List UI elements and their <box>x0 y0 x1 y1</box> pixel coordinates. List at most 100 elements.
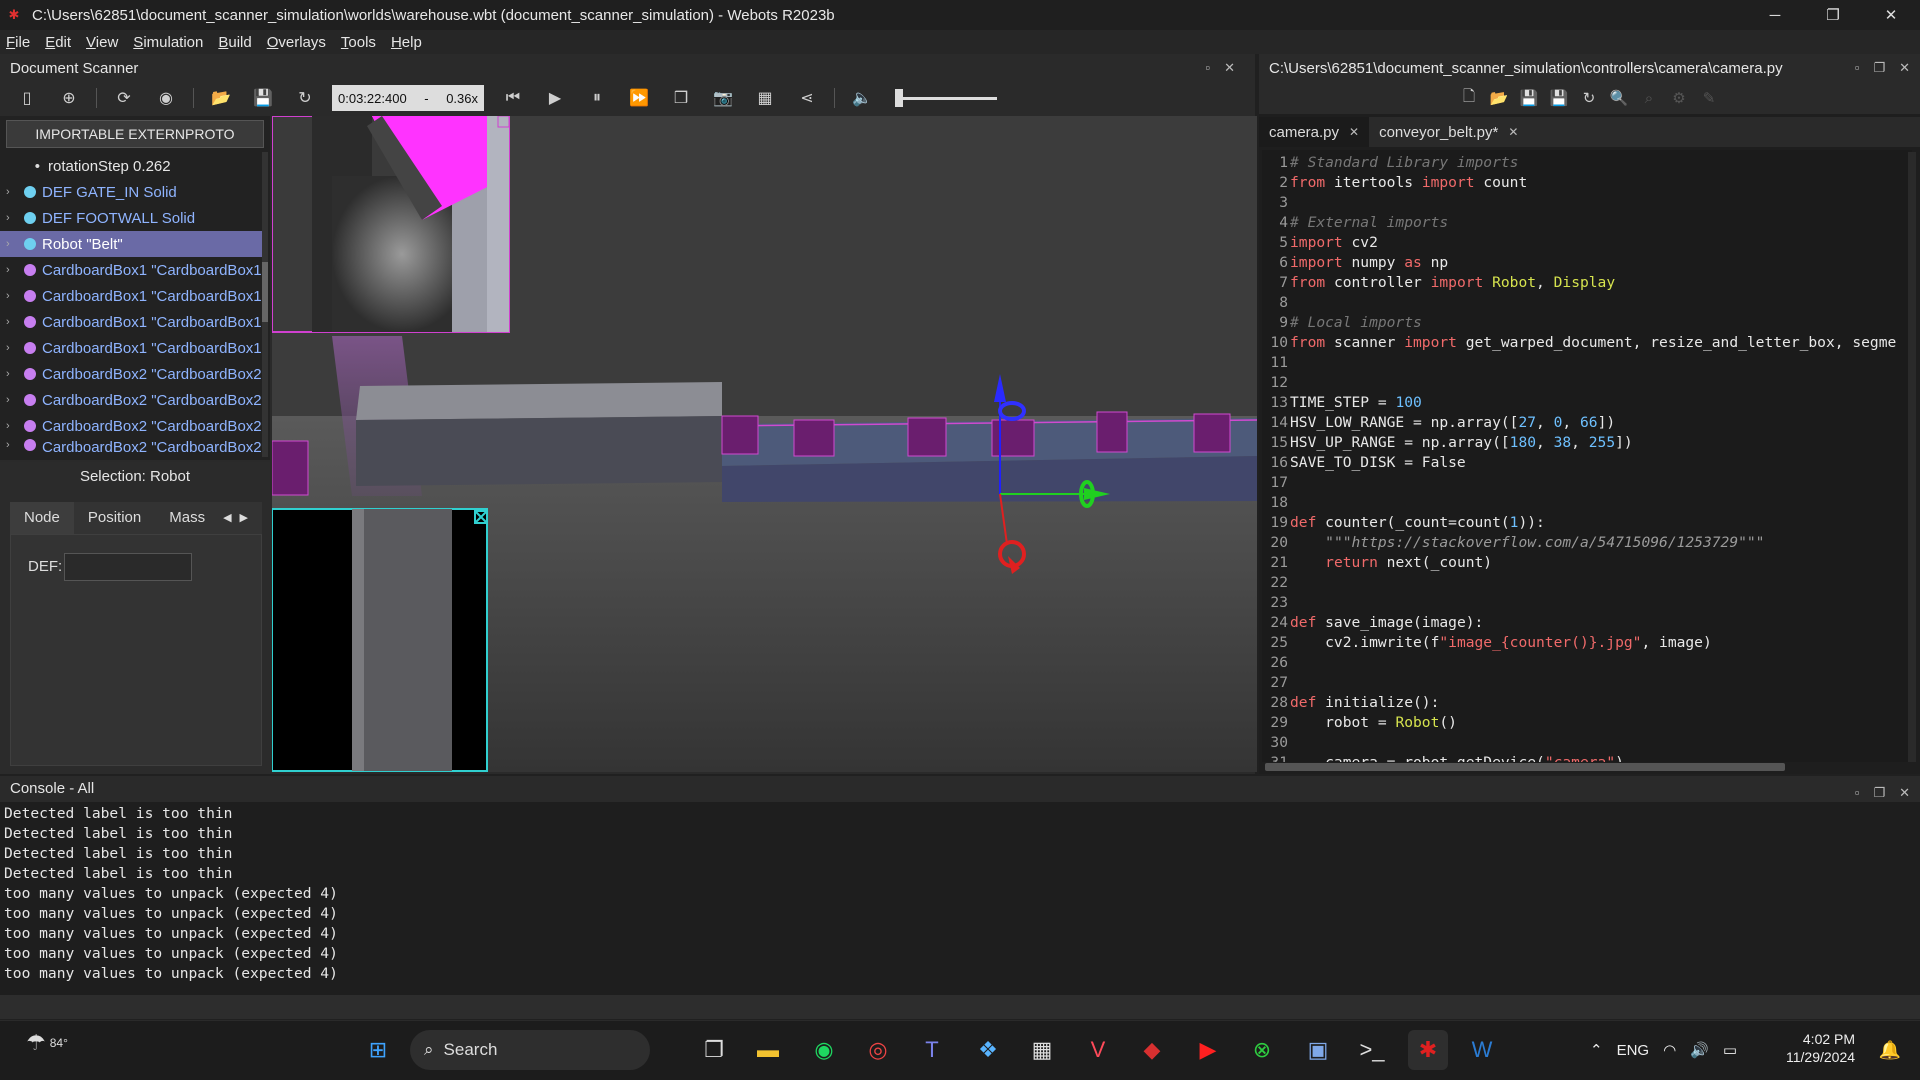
share-icon[interactable]: ⋖ <box>792 84 822 112</box>
volume-icon[interactable]: 🔈 <box>847 84 877 112</box>
tab-camera-py[interactable]: camera.py ✕ <box>1259 117 1370 147</box>
code-editor[interactable]: 1 # Standard Library imports 2 from iterto… <box>1262 150 1912 762</box>
maximize-pane-icon[interactable]: ❐ <box>1873 780 1885 806</box>
find-icon[interactable]: 🔍 <box>1605 89 1633 107</box>
tree-item-box[interactable]: › CardboardBox1 "CardboardBox1 <box>0 309 262 335</box>
tree-item-gate-in[interactable]: › DEF GATE_IN Solid <box>0 179 262 205</box>
expand-arrow-icon[interactable]: › <box>6 290 20 302</box>
tree-item-robot-belt[interactable]: › Robot "Belt" <box>0 231 262 257</box>
task-view-icon[interactable]: ❐ <box>694 1030 734 1070</box>
scene-tree-scrollbar[interactable] <box>262 152 268 457</box>
notification-bell-icon[interactable]: 🔔 <box>1870 1030 1910 1070</box>
float-pane-icon[interactable]: ▫ <box>1855 60 1860 76</box>
game-app-icon[interactable]: ◆ <box>1132 1030 1172 1070</box>
menu-simulation[interactable]: Simulation <box>133 34 203 51</box>
reload-world-icon[interactable]: ⟳ <box>109 84 139 112</box>
expand-arrow-icon[interactable]: › <box>6 186 20 198</box>
valorant-icon[interactable]: V <box>1078 1030 1118 1070</box>
view-eye-icon[interactable]: ◉ <box>151 84 181 112</box>
tab-position[interactable]: Position <box>74 502 155 534</box>
spotify-icon[interactable]: ◉ <box>804 1030 844 1070</box>
float-pane-icon[interactable]: ▫ <box>1205 60 1210 76</box>
menu-overlays[interactable]: Overlays <box>267 34 326 51</box>
tree-item-box[interactable]: › CardboardBox2 "CardboardBox2 <box>0 387 262 413</box>
taskbar-search[interactable]: ⌕ Search <box>410 1030 650 1070</box>
start-windows-icon[interactable]: ⊞ <box>358 1030 398 1070</box>
tab-conveyor-belt-py[interactable]: conveyor_belt.py* ✕ <box>1369 117 1528 147</box>
teams-icon[interactable]: T <box>912 1030 952 1070</box>
3d-viewport[interactable] <box>272 116 1257 772</box>
expand-arrow-icon[interactable]: › <box>6 394 20 406</box>
fast-forward-icon[interactable]: ⏩ <box>624 84 654 112</box>
maximize-pane-icon[interactable]: ❐ <box>1873 60 1885 76</box>
word-icon[interactable]: W <box>1462 1030 1502 1070</box>
rendering-toggle-icon[interactable]: ❒ <box>666 84 696 112</box>
volume-slider[interactable] <box>895 88 997 107</box>
add-node-icon[interactable]: ⊕ <box>54 84 84 112</box>
expand-arrow-icon[interactable]: › <box>6 439 20 451</box>
wifi-icon[interactable]: ◠ <box>1663 1041 1676 1059</box>
tree-item-box[interactable]: › CardboardBox1 "CardboardBox1 <box>0 335 262 361</box>
volume-slider-knob[interactable] <box>895 88 903 107</box>
toggle-scene-tree-icon[interactable]: ▯ <box>12 84 42 112</box>
screenshot-camera-icon[interactable]: 📷 <box>708 84 738 112</box>
record-video-icon[interactable]: ▦ <box>750 84 780 112</box>
reset-simulation-icon[interactable]: ↻ <box>290 84 320 112</box>
camera-overlay-bottom[interactable] <box>272 508 488 772</box>
menu-edit[interactable]: Edit <box>45 34 71 51</box>
editor-vertical-scrollbar[interactable] <box>1908 152 1916 762</box>
tree-item-box[interactable]: › CardboardBox2 "CardboardBox2 <box>0 413 262 439</box>
console-output[interactable]: Detected label is too thin Detected labe… <box>4 804 1204 984</box>
expand-arrow-icon[interactable]: › <box>6 342 20 354</box>
expand-arrow-icon[interactable]: › <box>6 238 20 250</box>
save-world-icon[interactable]: 💾 <box>248 84 278 112</box>
pause-icon[interactable]: ⏸ <box>582 84 612 112</box>
close-icon[interactable]: ✕ <box>1862 0 1920 30</box>
close-pane-icon[interactable]: ✕ <box>1899 60 1910 76</box>
tab-node[interactable]: Node <box>10 502 74 534</box>
tree-item-box[interactable]: › CardboardBox2 "CardboardBox2 <box>0 439 262 457</box>
menu-build[interactable]: Build <box>218 34 251 51</box>
youtube-icon[interactable]: ▶ <box>1188 1030 1228 1070</box>
expand-arrow-icon[interactable]: › <box>6 420 20 432</box>
menu-view[interactable]: View <box>86 34 118 51</box>
close-tab-icon[interactable]: ✕ <box>1349 125 1359 139</box>
close-pane-icon[interactable]: ✕ <box>1899 780 1910 806</box>
menu-tools[interactable]: Tools <box>341 34 376 51</box>
expand-arrow-icon[interactable]: › <box>6 264 20 276</box>
xbox-icon[interactable]: ⊗ <box>1242 1030 1282 1070</box>
play-icon[interactable]: ▶ <box>540 84 570 112</box>
float-pane-icon[interactable]: ▫ <box>1855 780 1860 806</box>
weather-widget[interactable]: ☂ 84° <box>26 1030 68 1056</box>
def-input[interactable] <box>64 553 192 581</box>
editor-horizontal-scrollbar[interactable] <box>1265 763 1785 771</box>
network-app-icon[interactable]: ▣ <box>1298 1030 1338 1070</box>
menu-file[interactable]: File <box>6 34 30 51</box>
restore-icon[interactable]: ❐ <box>1804 0 1862 30</box>
tab-mass[interactable]: Mass <box>155 502 219 534</box>
close-pane-icon[interactable]: ✕ <box>1224 60 1235 76</box>
terminal-icon[interactable]: >_ <box>1352 1030 1392 1070</box>
language-indicator[interactable]: ENG <box>1617 1042 1650 1059</box>
tree-item-box[interactable]: › CardboardBox2 "CardboardBox2 <box>0 361 262 387</box>
minimize-icon[interactable]: ─ <box>1746 0 1804 30</box>
revert-icon[interactable]: ↻ <box>1575 89 1603 107</box>
scrollbar-thumb[interactable] <box>262 262 268 322</box>
camera-overlay-top[interactable] <box>272 116 510 333</box>
tree-item-field[interactable]: • rotationStep 0.262 <box>0 153 262 179</box>
microsoft-store-icon[interactable]: ▦ <box>1022 1030 1062 1070</box>
save-all-icon[interactable]: 💾 <box>1545 89 1573 107</box>
tab-scroll-left-icon[interactable]: ◀ <box>219 502 235 534</box>
expand-arrow-icon[interactable]: › <box>6 368 20 380</box>
tab-scroll-right-icon[interactable]: ▶ <box>236 502 252 534</box>
tree-item-box[interactable]: › CardboardBox1 "CardboardBox1 <box>0 283 262 309</box>
tree-item-box[interactable]: › CardboardBox1 "CardboardBox1 <box>0 257 262 283</box>
speaker-icon[interactable]: 🔊 <box>1690 1041 1709 1059</box>
file-explorer-icon[interactable]: ▬ <box>748 1030 788 1070</box>
importable-externproto-button[interactable]: IMPORTABLE EXTERNPROTO <box>6 120 264 148</box>
close-tab-icon[interactable]: ✕ <box>1508 125 1518 139</box>
battery-icon[interactable]: ▭ <box>1723 1041 1737 1059</box>
chrome-icon[interactable]: ◎ <box>858 1030 898 1070</box>
copilot-icon[interactable]: ❖ <box>968 1030 1008 1070</box>
expand-arrow-icon[interactable]: › <box>6 212 20 224</box>
